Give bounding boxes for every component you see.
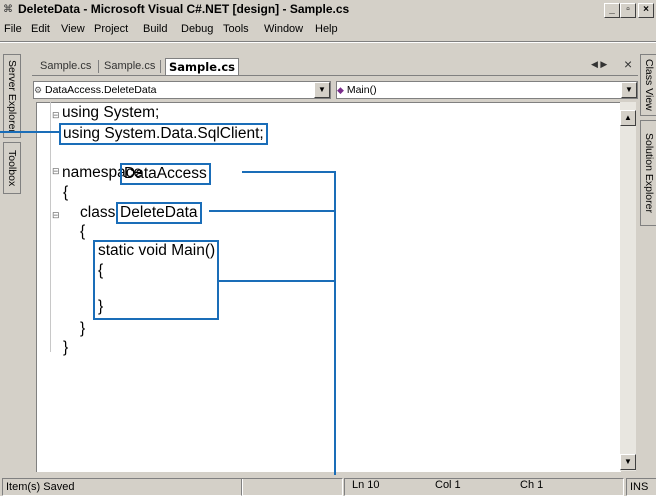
chevron-down-icon[interactable]: ▼ [314, 82, 330, 98]
callout-leader [209, 210, 336, 212]
doc-tab-1[interactable]: Sample.cs [40, 58, 91, 75]
collapse-icon[interactable]: ⊟ [52, 210, 60, 221]
tab-scroll-arrows[interactable]: ◀ ▶ [591, 59, 607, 70]
window-title: DeleteData - Microsoft Visual C#.NET [de… [18, 2, 350, 16]
vertical-scrollbar[interactable] [620, 102, 636, 471]
menu-tools[interactable]: Tools [223, 23, 249, 35]
method-open-brace: { [98, 262, 104, 279]
status-line: Ln 10 [352, 479, 380, 491]
menu-build[interactable]: Build [143, 23, 167, 35]
class-name: DeleteData [116, 202, 202, 224]
close-doc-icon[interactable]: × [624, 56, 632, 72]
class-keyword: class [80, 204, 116, 221]
tab-divider [32, 75, 638, 76]
menu-debug[interactable]: Debug [181, 23, 213, 35]
status-char: Ch 1 [520, 479, 544, 491]
close-button[interactable]: × [638, 3, 654, 18]
scroll-up-button[interactable]: ▲ [620, 110, 636, 126]
chevron-down-icon[interactable]: ▼ [621, 82, 637, 98]
menu-edit[interactable]: Edit [31, 23, 50, 35]
doc-tab-active[interactable]: Sample.cs [165, 58, 240, 76]
menu-help[interactable]: Help [315, 23, 338, 35]
minimize-button[interactable]: _ [604, 3, 620, 18]
status-position-panel [344, 478, 624, 496]
callout-leader [217, 280, 336, 282]
type-dropdown-value: DataAccess.DeleteData [45, 84, 157, 96]
member-dropdown-value: Main() [346, 84, 377, 96]
tab-separator [98, 60, 99, 73]
type-dropdown[interactable]: ⚙ DataAccess.DeleteData ▼ [33, 81, 331, 99]
status-message: Item(s) Saved [2, 478, 243, 496]
class-icon: ⚙ [34, 85, 43, 95]
solution-explorer-tab[interactable]: Solution Explorer [640, 120, 656, 226]
collapse-icon[interactable]: ⊟ [52, 110, 60, 121]
maximize-button[interactable]: ▫ [620, 3, 636, 18]
outline-guide [50, 102, 51, 352]
class-close-brace: } [80, 320, 86, 337]
class-open-brace: { [80, 223, 86, 240]
status-column: Col 1 [435, 479, 461, 491]
collapse-icon[interactable]: ⊟ [52, 166, 60, 177]
menu-file[interactable]: File [4, 23, 22, 35]
method-close-brace: } [98, 298, 104, 315]
vs-app-icon[interactable]: ⌘ [3, 3, 17, 16]
menu-divider-highlight [0, 42, 656, 43]
namespace-open-brace: { [63, 184, 69, 201]
menu-window[interactable]: Window [264, 23, 303, 35]
menu-view[interactable]: View [61, 23, 85, 35]
code-line-using-sqlclient: using System.Data.SqlClient; [59, 123, 268, 145]
toolbox-tab[interactable]: Toolbox [3, 142, 21, 194]
scroll-down-button[interactable]: ▼ [620, 454, 636, 470]
doc-tab-2[interactable]: Sample.cs [104, 58, 155, 75]
class-view-tab[interactable]: Class View [640, 54, 656, 116]
menu-project[interactable]: Project [94, 23, 128, 35]
namespace-name: DataAccess [120, 163, 211, 185]
member-dropdown[interactable]: ◆ Main() ▼ [336, 81, 638, 99]
status-panel-empty [241, 478, 343, 496]
code-line-using-system: using System; [62, 104, 160, 121]
callout-leader [0, 131, 60, 133]
method-signature: static void Main() [98, 242, 216, 259]
tab-separator [160, 60, 161, 73]
method-icon: ◆ [337, 85, 344, 95]
status-mode: INS [626, 478, 656, 496]
server-explorer-tab[interactable]: Server Explorer [3, 54, 21, 138]
callout-leader-vertical [334, 171, 336, 495]
callout-leader [242, 171, 336, 173]
namespace-close-brace: } [63, 339, 69, 356]
